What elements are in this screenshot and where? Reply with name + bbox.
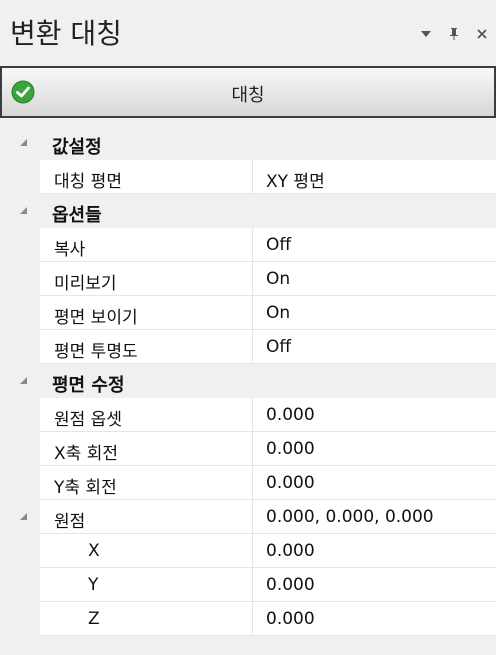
property-value[interactable]: 0.000 [266,439,315,459]
header-label: 대칭 [231,85,265,106]
property-row-expandable[interactable]: 원점 0.000, 0.000, 0.000 [0,500,496,534]
property-row[interactable]: Z 0.000 [0,602,496,636]
property-value[interactable]: 0.000 [266,609,315,629]
property-value[interactable]: 0.000 [266,473,315,493]
property-name: 복사 [54,240,86,260]
symmetry-panel: 변환 대칭 대칭 값설정 대칭 평면 XY 평면 옵션들 복사 Off 미리보기… [0,0,496,655]
property-row[interactable]: Y축 회전 0.000 [0,466,496,500]
property-row[interactable]: 대칭 평면 XY 평면 [0,160,496,194]
property-name: 원점 [54,512,86,532]
category-label: 옵션들 [52,205,102,226]
property-name: X축 회전 [54,444,118,464]
property-row[interactable]: Y 0.000 [0,568,496,602]
property-name: 대칭 평면 [54,172,122,192]
property-row[interactable]: 평면 투명도 Off [0,330,496,364]
category-label: 평면 수정 [52,375,125,396]
property-name: 평면 보이기 [54,308,138,328]
close-icon[interactable] [474,26,490,42]
property-row[interactable]: 미리보기 On [0,262,496,296]
property-value[interactable]: Off [266,337,291,357]
property-value[interactable]: 0.000 [266,575,315,595]
property-value[interactable]: XY 평면 [266,167,325,192]
panel-titlebar: 변환 대칭 [0,0,496,64]
property-row[interactable]: 원점 옵셋 0.000 [0,398,496,432]
pin-icon[interactable] [446,26,462,42]
property-name: 원점 옵셋 [54,410,122,430]
category-row[interactable]: 값설정 [0,126,496,160]
property-value[interactable]: 0.000 [266,541,315,561]
property-name: Y [88,575,99,595]
property-row[interactable]: 평면 보이기 On [0,296,496,330]
panel-title: 변환 대칭 [10,17,122,50]
property-name: Y축 회전 [54,478,117,498]
category-row[interactable]: 평면 수정 [0,364,496,398]
dropdown-arrow-icon[interactable] [418,26,434,42]
property-grid: 값설정 대칭 평면 XY 평면 옵션들 복사 Off 미리보기 On 평면 보이… [0,126,496,636]
collapse-arrow-icon[interactable] [20,513,27,520]
property-row[interactable]: X축 회전 0.000 [0,432,496,466]
collapse-arrow-icon[interactable] [20,377,27,384]
title-buttons [418,26,490,42]
property-value[interactable]: On [266,303,290,323]
collapse-arrow-icon[interactable] [20,139,27,146]
property-name: 미리보기 [54,274,117,294]
property-row[interactable]: X 0.000 [0,534,496,568]
property-value[interactable]: 0.000, 0.000, 0.000 [266,507,434,527]
property-value[interactable]: 0.000 [266,405,315,425]
property-value[interactable]: Off [266,235,291,255]
category-row[interactable]: 옵션들 [0,194,496,228]
property-value[interactable]: On [266,269,290,289]
property-row[interactable]: 복사 Off [0,228,496,262]
category-label: 값설정 [52,137,102,158]
collapse-arrow-icon[interactable] [20,207,27,214]
property-name: X [88,541,100,561]
property-name: Z [88,609,100,629]
symmetry-header[interactable]: 대칭 [0,66,496,118]
property-name: 평면 투명도 [54,342,138,362]
